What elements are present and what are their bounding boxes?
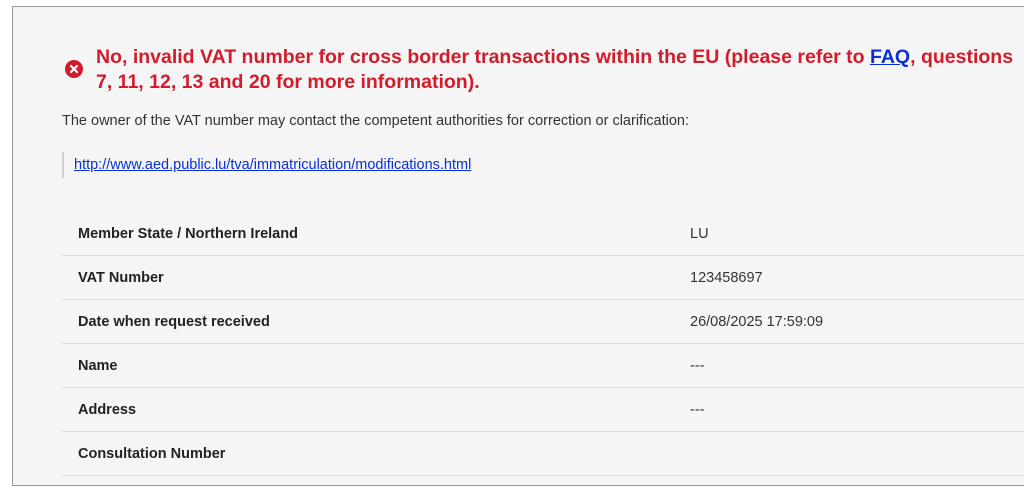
row-value: LU (690, 212, 1024, 256)
error-icon (65, 60, 83, 78)
row-value: 123458697 (690, 255, 1024, 300)
table-row: Name --- (62, 343, 1024, 388)
table-row: Address --- (62, 387, 1024, 432)
error-message-start: No, invalid VAT number for cross border … (96, 46, 871, 68)
row-value: --- (690, 387, 1024, 432)
authority-link[interactable]: http://www.aed.public.lu/tva/immatricula… (74, 157, 471, 173)
table-row: Member State / Northern Ireland LU (62, 212, 1024, 256)
row-label: Consultation Number (62, 431, 690, 476)
row-label: Date when request received (62, 299, 690, 344)
row-value: --- (690, 343, 1024, 388)
row-label: VAT Number (62, 255, 690, 300)
vat-details-table: Member State / Northern Ireland LU VAT N… (62, 212, 1024, 476)
table-row: VAT Number 123458697 (62, 255, 1024, 300)
result-panel: No, invalid VAT number for cross border … (12, 6, 1024, 486)
close-x-icon (69, 64, 79, 74)
row-label: Address (62, 387, 690, 432)
row-value: 26/08/2025 17:59:09 (690, 299, 1024, 344)
row-label: Name (62, 343, 690, 388)
row-value (690, 431, 1024, 476)
authority-link-block: http://www.aed.public.lu/tva/immatricula… (62, 152, 471, 178)
faq-link[interactable]: FAQ (870, 46, 910, 68)
table-row: Date when request received 26/08/2025 17… (62, 299, 1024, 344)
owner-instructions: The owner of the VAT number may contact … (62, 113, 690, 129)
error-message: No, invalid VAT number for cross border … (96, 45, 1016, 95)
table-row: Consultation Number (62, 431, 1024, 476)
row-label: Member State / Northern Ireland (62, 212, 690, 256)
